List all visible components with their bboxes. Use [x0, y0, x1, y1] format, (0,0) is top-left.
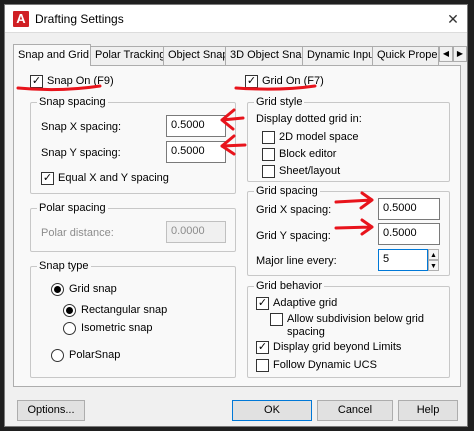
- tab-scroll-left-icon[interactable]: ◀: [439, 46, 453, 62]
- grid-style-group: Grid style Display dotted grid in: 2D mo…: [247, 96, 450, 182]
- grid-x-spacing-label: Grid X spacing:: [256, 204, 332, 216]
- tab-3d-object-snap[interactable]: 3D Object Snap: [225, 46, 303, 65]
- grid-snap-label: Grid snap: [69, 283, 117, 295]
- snap-type-group: Snap type Grid snap Rectangular snap Iso…: [30, 260, 236, 378]
- grid-behavior-title: Grid behavior: [254, 280, 325, 292]
- grid-x-spacing-input[interactable]: 0.5000: [378, 198, 440, 220]
- equal-xy-spacing-label: Equal X and Y spacing: [58, 172, 169, 184]
- grid-on-checkbox[interactable]: ✓: [245, 75, 258, 88]
- display-beyond-limits-checkbox[interactable]: ✓: [256, 341, 269, 354]
- tab-polar-tracking[interactable]: Polar Tracking: [90, 46, 164, 65]
- polar-distance-label: Polar distance:: [41, 227, 114, 239]
- model-space-checkbox[interactable]: [262, 131, 275, 144]
- follow-dynamic-ucs-label: Follow Dynamic UCS: [273, 359, 377, 371]
- help-button[interactable]: Help: [398, 400, 458, 421]
- allow-subdivision-label: Allow subdivision below grid: [287, 313, 424, 325]
- rectangular-snap-label: Rectangular snap: [81, 304, 168, 316]
- snap-x-spacing-input[interactable]: 0.5000: [166, 115, 226, 137]
- grid-spacing-group: Grid spacing Grid X spacing: 0.5000 Grid…: [247, 185, 450, 276]
- sheet-layout-checkbox[interactable]: [262, 165, 275, 178]
- equal-xy-spacing-checkbox[interactable]: ✓: [41, 172, 54, 185]
- model-space-label: 2D model space: [279, 131, 359, 143]
- grid-style-title: Grid style: [254, 96, 305, 108]
- major-line-label: Major line every:: [256, 255, 337, 267]
- snap-type-title: Snap type: [37, 260, 91, 272]
- grid-on-label: Grid On (F7): [262, 75, 324, 87]
- window-title: Drafting Settings: [35, 12, 124, 26]
- major-line-spinner[interactable]: ▲ ▼: [428, 249, 439, 271]
- ok-button[interactable]: OK: [232, 400, 312, 421]
- grid-y-spacing-label: Grid Y spacing:: [256, 230, 331, 242]
- adaptive-grid-label: Adaptive grid: [273, 297, 338, 309]
- isometric-snap-label: Isometric snap: [81, 322, 153, 334]
- cancel-button[interactable]: Cancel: [317, 400, 393, 421]
- spin-up-icon[interactable]: ▲: [428, 249, 439, 260]
- spin-down-icon[interactable]: ▼: [428, 260, 439, 271]
- grid-y-spacing-input[interactable]: 0.5000: [378, 223, 440, 245]
- tab-dynamic-input[interactable]: Dynamic Input: [302, 46, 373, 65]
- snap-spacing-title: Snap spacing: [37, 96, 108, 108]
- major-line-input[interactable]: 5: [378, 249, 428, 271]
- drafting-settings-window: A Drafting Settings ✕ Snap and Grid Pola…: [4, 4, 468, 427]
- autocad-logo-icon: A: [13, 11, 29, 27]
- snap-on-checkbox[interactable]: ✓: [30, 75, 43, 88]
- sheet-layout-label: Sheet/layout: [279, 165, 341, 177]
- title-bar: A Drafting Settings ✕: [5, 5, 467, 33]
- allow-subdivision-checkbox[interactable]: [270, 313, 283, 326]
- polar-spacing-title: Polar spacing: [37, 202, 108, 214]
- snap-y-spacing-input[interactable]: 0.5000: [166, 141, 226, 163]
- tab-object-snap[interactable]: Object Snap: [163, 46, 226, 65]
- isometric-snap-radio[interactable]: [63, 322, 76, 335]
- snap-x-spacing-label: Snap X spacing:: [41, 121, 122, 133]
- polar-snap-radio[interactable]: [51, 349, 64, 362]
- polar-snap-label: PolarSnap: [69, 349, 121, 361]
- rectangular-snap-radio[interactable]: [63, 304, 76, 317]
- adaptive-grid-checkbox[interactable]: ✓: [256, 297, 269, 310]
- tab-quick-properties[interactable]: Quick Propert: [372, 46, 439, 65]
- options-button[interactable]: Options...: [17, 400, 85, 421]
- grid-behavior-group: Grid behavior ✓ Adaptive grid Allow subd…: [247, 280, 450, 378]
- tab-scroll-right-icon[interactable]: ▶: [453, 46, 467, 62]
- grid-style-intro: Display dotted grid in:: [256, 113, 362, 125]
- close-icon[interactable]: ✕: [445, 11, 461, 27]
- snap-y-spacing-label: Snap Y spacing:: [41, 147, 121, 159]
- display-beyond-limits-label: Display grid beyond Limits: [273, 341, 402, 353]
- snap-on-label: Snap On (F9): [47, 75, 114, 87]
- follow-dynamic-ucs-checkbox[interactable]: [256, 359, 269, 372]
- block-editor-checkbox[interactable]: [262, 148, 275, 161]
- polar-distance-input[interactable]: 0.0000: [166, 221, 226, 243]
- allow-subdivision-label-cont: spacing: [287, 326, 325, 338]
- block-editor-label: Block editor: [279, 148, 337, 160]
- tab-snap-and-grid[interactable]: Snap and Grid: [13, 44, 91, 66]
- snap-spacing-group: Snap spacing Snap X spacing: 0.5000 Snap…: [30, 96, 236, 194]
- polar-spacing-group: Polar spacing Polar distance: 0.0000: [30, 202, 236, 252]
- snap-and-grid-panel: ✓ Snap On (F9) ✓ Grid On (F7) Snap spaci…: [13, 65, 461, 387]
- grid-snap-radio[interactable]: [51, 283, 64, 296]
- tab-strip: Snap and Grid Polar Tracking Object Snap…: [13, 44, 467, 66]
- grid-spacing-title: Grid spacing: [254, 185, 320, 197]
